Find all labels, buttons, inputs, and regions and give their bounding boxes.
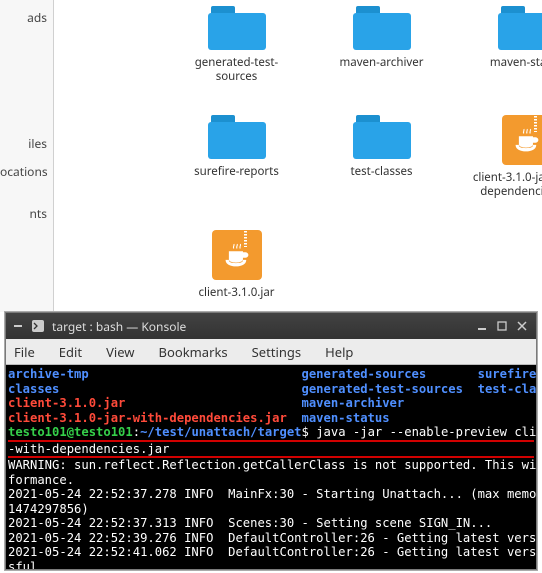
app-menu-icon[interactable]	[10, 318, 26, 334]
folder-item[interactable]: surefire-reports	[164, 115, 309, 200]
file-label: maven-status	[490, 56, 542, 70]
file-manager-pane: ads iles ocations nts generated-test-sou…	[0, 0, 542, 312]
menu-edit[interactable]: Edit	[59, 343, 82, 361]
menu-bookmarks[interactable]: Bookmarks	[159, 343, 228, 361]
folder-item[interactable]: maven-archiver	[309, 6, 454, 85]
file-label: test-classes	[351, 165, 413, 179]
sidebar-item[interactable]: ads	[0, 4, 53, 32]
folder-icon	[353, 115, 411, 159]
folder-item[interactable]: test-classes	[309, 115, 454, 200]
menu-file[interactable]: File	[14, 343, 35, 361]
folder-item[interactable]: maven-status	[454, 6, 542, 85]
maximize-button[interactable]	[492, 316, 512, 336]
file-icon-area[interactable]: generated-test-sources maven-archiver mave…	[54, 0, 542, 312]
file-label: generated-test-sources	[174, 56, 299, 85]
sidebar: ads iles ocations nts	[0, 0, 54, 312]
close-button[interactable]	[512, 316, 532, 336]
terminal-menubar: File Edit View Bookmarks Settings Help	[6, 339, 536, 365]
menu-settings[interactable]: Settings	[252, 343, 301, 361]
file-label: client-3.1.0.jar	[198, 286, 274, 300]
minimize-button[interactable]	[472, 316, 492, 336]
sidebar-item[interactable]: iles	[0, 130, 53, 158]
sidebar-item[interactable]: nts	[0, 200, 53, 228]
folder-icon	[208, 6, 266, 50]
sidebar-item[interactable]: ocations	[0, 158, 53, 186]
window-title: target : bash — Konsole	[50, 318, 468, 335]
jar-icon	[502, 115, 542, 165]
file-item-jar[interactable]: client-3.1.0-jar-with-dependencies.jar	[454, 115, 542, 200]
terminal-window: target : bash — Konsole File Edit View B…	[5, 312, 537, 570]
file-label: surefire-reports	[194, 165, 279, 179]
folder-item[interactable]: generated-test-sources	[164, 6, 309, 85]
folder-icon	[498, 6, 542, 50]
terminal-app-icon	[30, 318, 46, 334]
menu-help[interactable]: Help	[325, 343, 353, 361]
file-item-jar[interactable]: client-3.1.0.jar	[164, 230, 309, 300]
file-label: client-3.1.0-jar-with-dependencies.jar	[464, 171, 542, 200]
file-label: maven-archiver	[340, 56, 424, 70]
folder-icon	[208, 115, 266, 159]
terminal-body[interactable]: archive-tmp generated-sources surefire-r…	[6, 365, 536, 569]
folder-icon	[353, 6, 411, 50]
jar-icon	[212, 230, 262, 280]
menu-view[interactable]: View	[106, 343, 134, 361]
terminal-titlebar[interactable]: target : bash — Konsole	[6, 313, 536, 339]
